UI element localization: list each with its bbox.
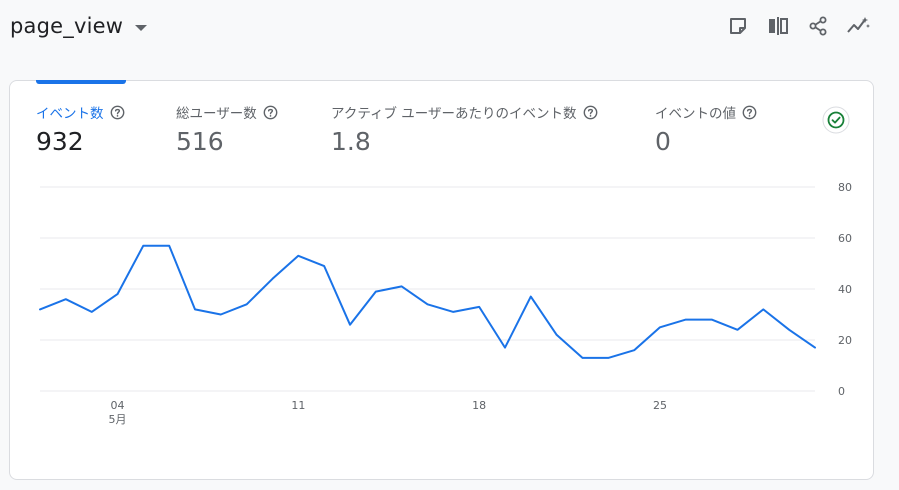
dropdown-caret-icon [135, 24, 148, 31]
y-tick-label: 0 [838, 385, 845, 398]
insights-icon[interactable] [845, 14, 871, 38]
data-point[interactable] [192, 306, 198, 312]
y-tick-label: 80 [838, 181, 852, 194]
event-name: page_view [10, 14, 124, 38]
report-header: page_view [0, 0, 899, 70]
share-icon[interactable] [805, 14, 831, 38]
data-point[interactable] [115, 291, 121, 297]
compare-icon[interactable] [765, 14, 791, 38]
y-tick-label: 60 [838, 232, 852, 245]
x-tick-label: 25 [653, 399, 667, 412]
data-point[interactable] [554, 332, 560, 338]
data-point[interactable] [760, 306, 766, 312]
data-point[interactable] [528, 294, 534, 300]
data-point[interactable] [425, 301, 431, 307]
x-tick-sublabel: 5月 [109, 413, 127, 426]
data-point[interactable] [735, 327, 741, 333]
data-point[interactable] [709, 317, 715, 323]
data-point[interactable] [812, 345, 818, 351]
data-point[interactable] [166, 243, 172, 249]
data-point[interactable] [89, 309, 95, 315]
data-point[interactable] [63, 296, 69, 302]
toolbar [725, 14, 885, 38]
x-tick-label: 11 [291, 399, 305, 412]
data-point[interactable] [450, 309, 456, 315]
data-point[interactable] [580, 355, 586, 361]
data-point[interactable] [476, 304, 482, 310]
data-point[interactable] [347, 322, 353, 328]
data-point[interactable] [295, 253, 301, 259]
data-point[interactable] [218, 312, 224, 318]
line-chart: 0 20 40 60 80 045月 11 18 25 [37, 181, 852, 426]
data-point[interactable] [373, 289, 379, 295]
data-point[interactable] [140, 243, 146, 249]
note-icon[interactable] [725, 14, 751, 38]
data-point[interactable] [37, 306, 43, 312]
data-point[interactable] [502, 345, 508, 351]
y-tick-label: 20 [838, 334, 852, 347]
data-point[interactable] [270, 276, 276, 282]
data-point[interactable] [683, 317, 689, 323]
x-tick-label: 18 [472, 399, 486, 412]
data-point[interactable] [605, 355, 611, 361]
metric-chart-card: イベント数 932 総ユーザー数 516 アクティブ ユーザーあたりのイベント数… [9, 80, 874, 480]
data-point[interactable] [321, 263, 327, 269]
data-point[interactable] [399, 283, 405, 289]
data-point[interactable] [631, 347, 637, 353]
event-selector[interactable]: page_view [10, 14, 148, 38]
x-tick-label: 04 [111, 399, 125, 412]
data-point[interactable] [786, 327, 792, 333]
data-point[interactable] [244, 301, 250, 307]
y-tick-label: 40 [838, 283, 852, 296]
data-point[interactable] [657, 324, 663, 330]
